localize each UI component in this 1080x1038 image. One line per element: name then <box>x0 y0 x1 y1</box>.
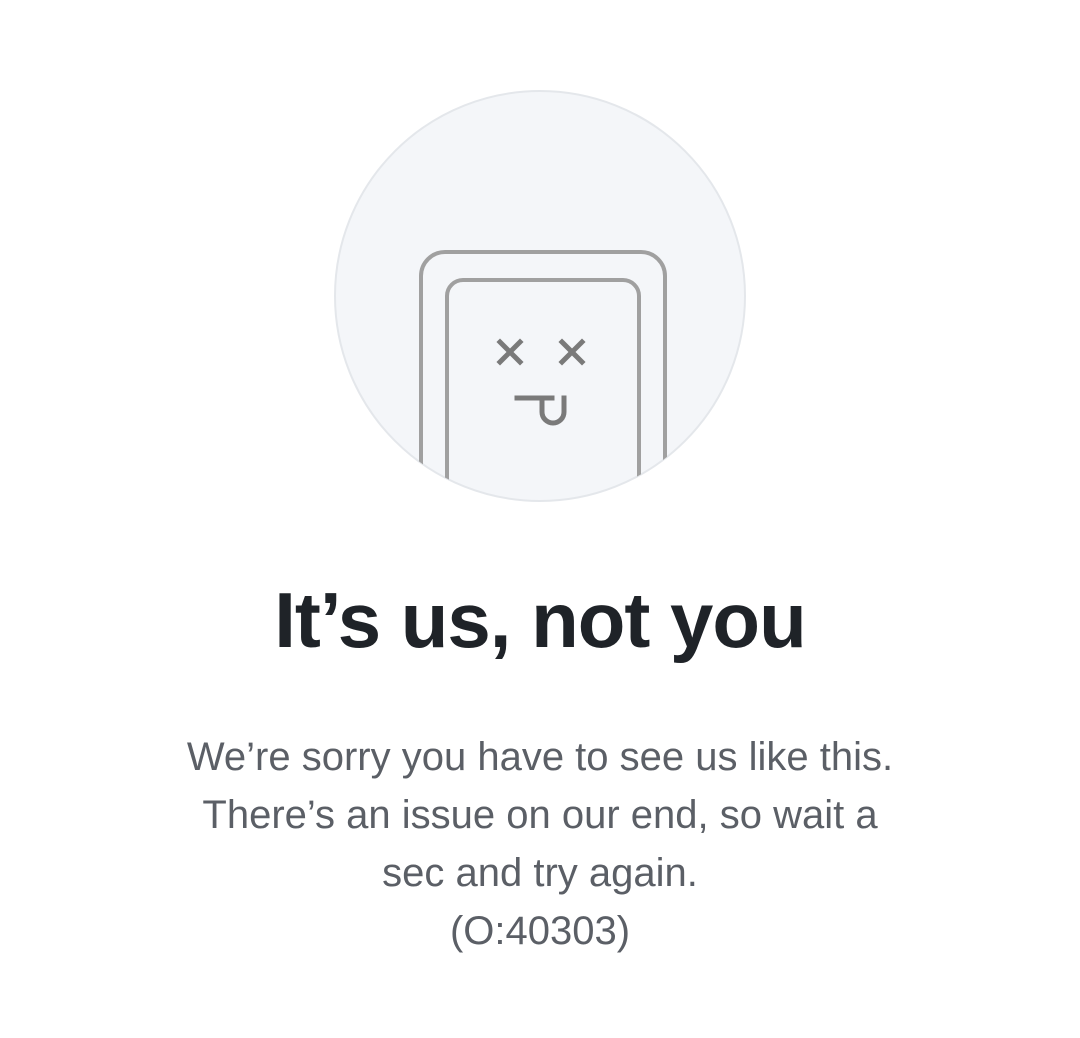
error-message-line: There’s an issue on our end, so wait a <box>202 793 878 837</box>
error-message-line: We’re sorry you have to see us like this… <box>186 735 894 779</box>
error-illustration <box>334 90 746 502</box>
error-message-line: sec and try again. <box>382 851 698 895</box>
error-title: It’s us, not you <box>274 576 806 664</box>
error-message: We’re sorry you have to see us like this… <box>120 728 960 960</box>
broken-phone-face-icon <box>334 90 746 502</box>
illustration-circle <box>334 90 746 502</box>
error-code: (O:40303) <box>449 909 631 953</box>
